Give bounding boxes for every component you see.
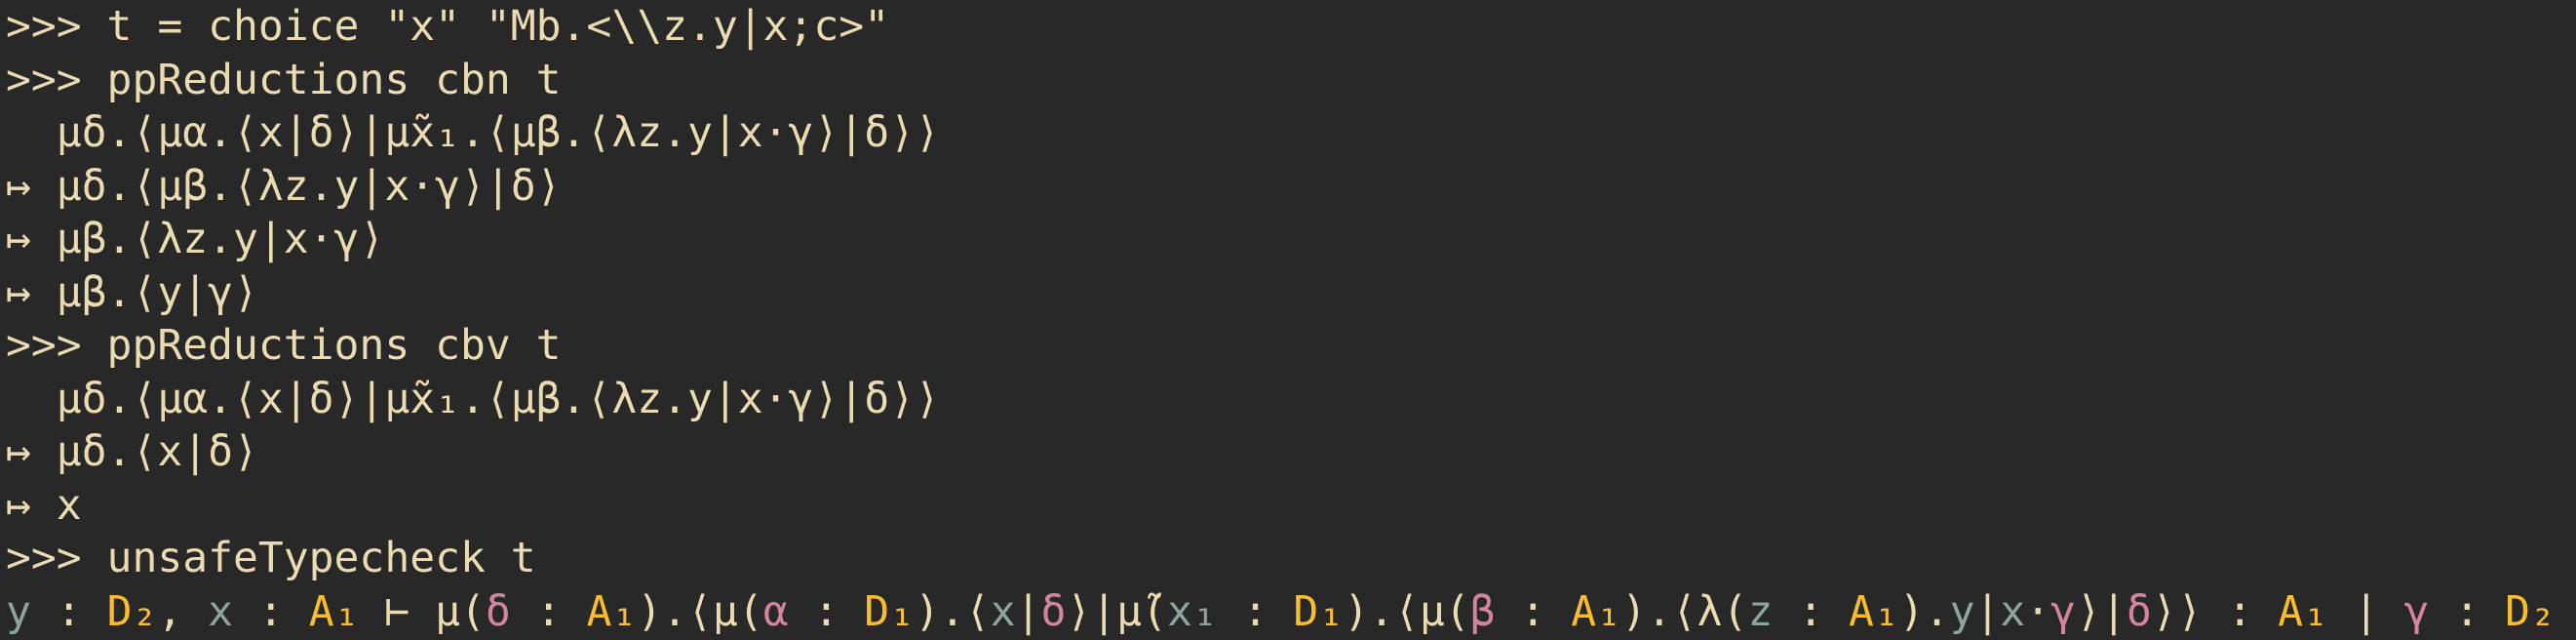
text-segment-type: A₁ — [2278, 586, 2328, 636]
text-segment-fg: ⟩|μ̃( — [1066, 586, 1167, 636]
text-segment-fg: ↦ μβ.⟨λz.y|x·γ⟩ — [6, 215, 385, 263]
text-segment-covar: δ — [2126, 586, 2152, 636]
text-segment-fg: : — [1773, 586, 1850, 636]
text-segment-fg: : — [233, 586, 309, 636]
text-segment-fg: >>> t = choice "x" "Mb.<\\z.y|x;c>" — [6, 2, 890, 51]
text-segment-var: z — [1747, 586, 1774, 636]
output-line: ↦ μδ.⟨x|δ⟩ — [6, 425, 2576, 479]
text-segment-fg: ⟩| — [2076, 586, 2127, 636]
text-segment-type: A₁ — [1571, 586, 1621, 636]
text-segment-var: x — [2000, 586, 2026, 636]
text-segment-fg: , — [157, 586, 209, 636]
output-line: μδ.⟨μα.⟨x|δ⟩|μ̃x₁.⟨μβ.⟨λz.y|x·γ⟩|δ⟩⟩ — [6, 373, 2576, 426]
output-line: μδ.⟨μα.⟨x|δ⟩|μ̃x₁.⟨μβ.⟨λz.y|x·γ⟩|δ⟩⟩ — [6, 106, 2576, 160]
text-segment-covar: β — [1469, 586, 1496, 636]
text-segment-fg: | — [2327, 586, 2404, 636]
text-segment-fg: · — [2025, 586, 2051, 636]
text-segment-fg: | — [1974, 586, 2001, 636]
terminal-output[interactable]: >>> t = choice "x" "Mb.<\\z.y|x;c>" >>> p… — [0, 0, 2576, 638]
output-line: ↦ x — [6, 479, 2576, 533]
text-segment-fg: : — [510, 586, 587, 636]
prompt-line: >>> ppReductions cbn t — [6, 54, 2576, 107]
text-segment-fg: ⟩⟩ : — [2151, 586, 2279, 636]
text-segment-fg: ).⟨ — [915, 586, 991, 636]
prompt-line: >>> unsafeTypecheck t — [6, 532, 2576, 585]
text-segment-type: A₁ — [586, 586, 638, 636]
prompt-line: >>> ppReductions cbv t — [6, 319, 2576, 373]
text-segment-covar: α — [762, 586, 789, 636]
text-segment-fg: >>> unsafeTypecheck t — [6, 534, 536, 582]
text-segment-var: x — [208, 586, 234, 636]
text-segment-fg: : — [1495, 586, 1572, 636]
output-line: ↦ μβ.⟨λz.y|x·γ⟩ — [6, 213, 2576, 266]
text-segment-fg: : — [30, 586, 107, 636]
text-segment-covar: δ — [485, 586, 511, 636]
output-line: y : D₂, x : A₁ ⊢ μ(δ : A₁).⟨μ(α : D₁).⟨x… — [6, 585, 2576, 639]
text-segment-covar: γ — [2050, 586, 2077, 636]
text-segment-fg: ↦ μδ.⟨x|δ⟩ — [6, 427, 258, 476]
text-segment-covar: δ — [1040, 586, 1067, 636]
text-segment-type: D₁ — [1293, 586, 1345, 636]
text-segment-fg: ).⟨μ( — [637, 586, 763, 636]
text-segment-fg: μδ.⟨μα.⟨x|δ⟩|μ̃x₁.⟨μβ.⟨λz.y|x·γ⟩|δ⟩⟩ — [6, 108, 940, 157]
text-segment-covar: γ — [2403, 586, 2430, 636]
text-segment-fg: ).⟨λ( — [1621, 586, 1748, 636]
text-segment-fg: ). — [1898, 586, 1950, 636]
text-segment-type: D₂ — [106, 586, 158, 636]
text-segment-type: A₁ — [308, 586, 360, 636]
text-segment-type: D₁ — [864, 586, 916, 636]
output-line: ↦ μβ.⟨y|γ⟩ — [6, 266, 2576, 320]
output-line: ↦ μδ.⟨μβ.⟨λz.y|x·γ⟩|δ⟩ — [6, 160, 2576, 214]
text-segment-fg: : — [2429, 586, 2506, 636]
text-segment-fg: ).⟨μ( — [1344, 586, 1470, 636]
text-segment-fg: ↦ μβ.⟨y|γ⟩ — [6, 267, 258, 317]
text-segment-var: y — [1949, 586, 1975, 636]
text-segment-fg: : — [1217, 586, 1294, 636]
text-segment-var: x — [990, 586, 1016, 636]
text-segment-fg: μδ.⟨μα.⟨x|δ⟩|μ̃x₁.⟨μβ.⟨λz.y|x·γ⟩|δ⟩⟩ — [6, 374, 940, 423]
text-segment-type: D₂ — [2505, 586, 2556, 636]
text-segment-fg: ↦ x — [6, 480, 82, 530]
prompt-line: >>> t = choice "x" "Mb.<\\z.y|x;c>" — [6, 0, 2576, 54]
text-segment-fg: >>> ppReductions cbn t — [6, 55, 562, 104]
text-segment-fg: ↦ μδ.⟨μβ.⟨λz.y|x·γ⟩|δ⟩ — [6, 161, 562, 211]
text-segment-fg: | — [1015, 586, 1041, 636]
text-segment-fg: >>> ppReductions cbv t — [6, 321, 562, 370]
text-segment-type: A₁ — [1849, 586, 1899, 636]
text-segment-var: y — [6, 586, 31, 636]
text-segment-var: x₁ — [1166, 586, 1218, 636]
text-segment-fg: : — [788, 586, 865, 636]
text-segment-fg: ⊢ μ( — [359, 586, 486, 636]
